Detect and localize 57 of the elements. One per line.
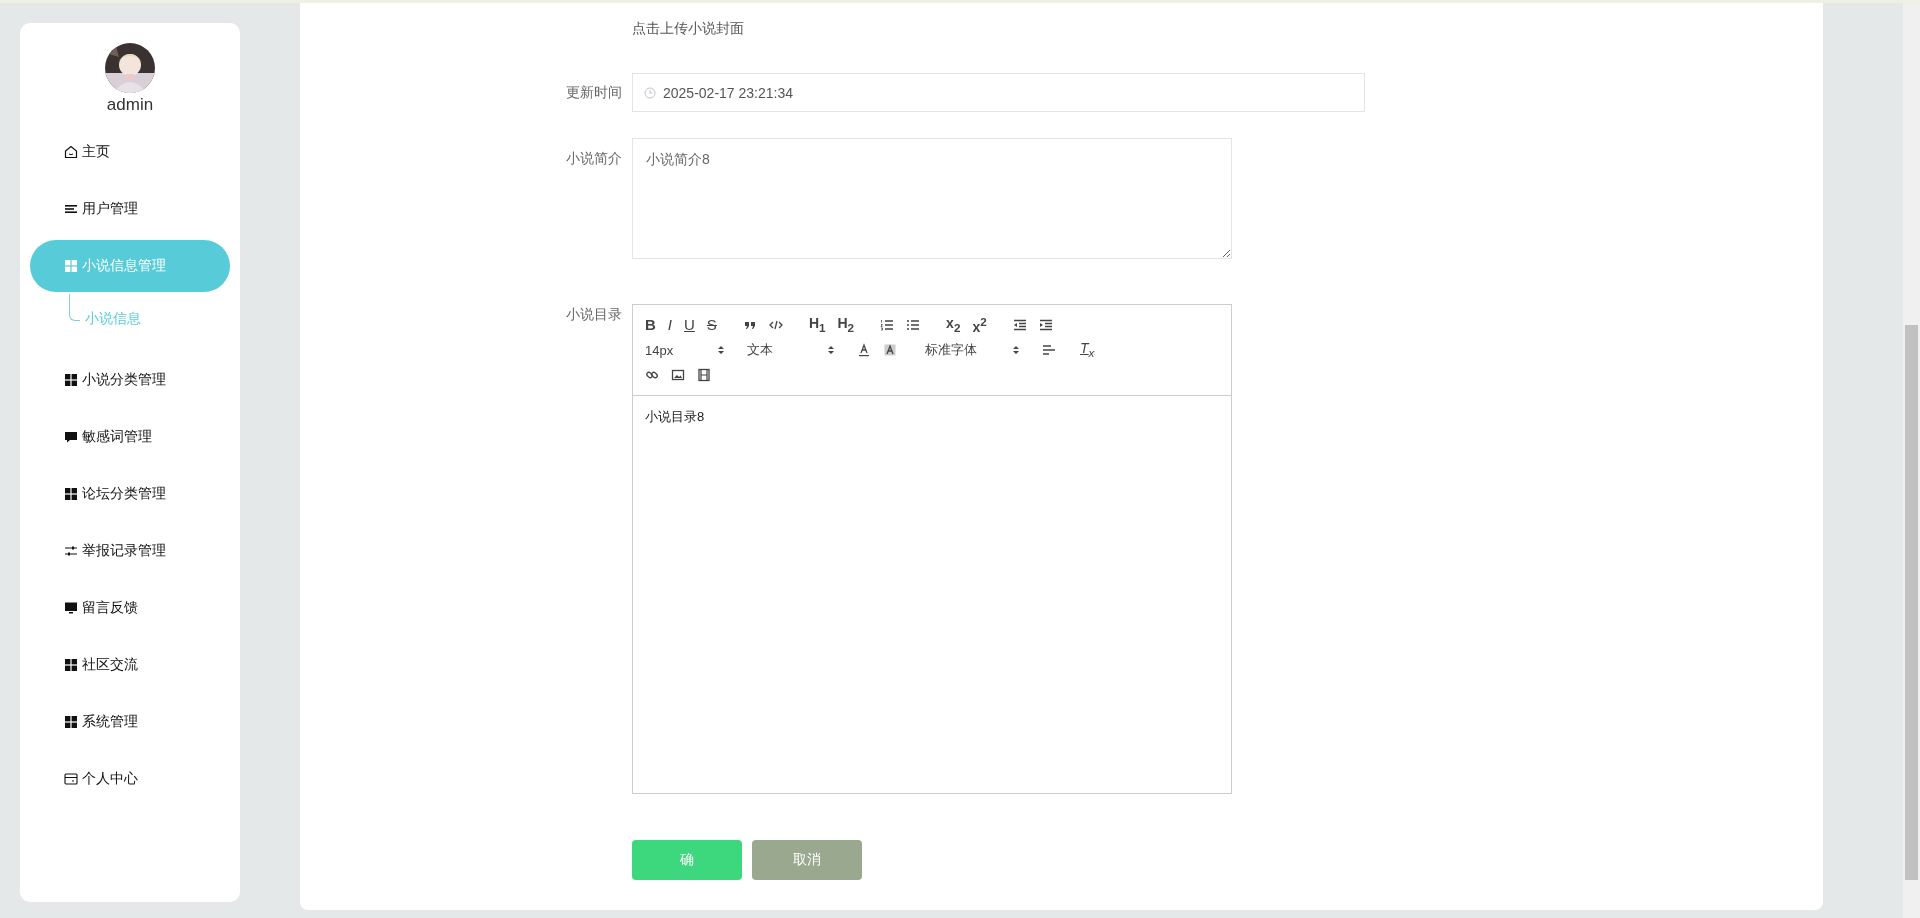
field-label: 小说目录 [565,306,622,324]
grid-icon [64,373,78,387]
bold-button[interactable]: B [645,316,656,334]
sliders-icon [64,544,78,558]
editor-content[interactable]: 小说目录8 [633,396,1231,793]
scrollbar-thumb[interactable] [1905,325,1918,880]
grid-icon [64,715,78,729]
ordered-list-icon[interactable] [880,318,895,332]
menu-item[interactable]: 社区交流 [30,639,230,691]
grid-icon [64,487,78,501]
updown-icon [1012,344,1020,356]
heading-two-button[interactable]: H$_{2}$ [837,313,855,337]
scrollbar[interactable] [1903,3,1920,918]
strike-button[interactable]: S [706,316,717,334]
textarea-field[interactable]: 小说简介8 [632,138,1232,259]
monitor-icon [64,601,78,615]
menu-item[interactable]: 个人中心 [30,753,230,805]
chat-icon [64,430,78,444]
font-picker[interactable]: 标准字体 [925,341,1020,359]
menu-item[interactable]: 主页 [30,126,230,178]
menu-item[interactable]: 留言反馈 [30,582,230,634]
align-left-icon[interactable] [1042,343,1056,357]
clock-icon [644,86,656,99]
menu-item[interactable]: 系统管理 [30,696,230,748]
image-icon[interactable] [671,368,685,382]
menu-item[interactable]: 小说分类管理 [30,354,230,406]
username: admin [106,95,154,115]
datetime-field[interactable]: 2025-02-17 23:21:34 [632,73,1365,112]
field-label: 小说简介 [565,150,622,168]
video-icon[interactable] [697,368,711,382]
superscript-button[interactable]: x$^{2}$ [972,313,987,337]
menu-item[interactable]: 举报记录管理 [30,525,230,577]
code-icon[interactable] [768,318,783,332]
text-color-icon[interactable] [857,343,871,357]
menu-item[interactable]: 论坛分类管理 [30,468,230,520]
header-picker[interactable]: 文本 [747,341,835,359]
updown-icon [717,344,725,356]
heading-one-button[interactable]: H$_{1}$ [808,313,826,337]
clear-format-button[interactable]: T$_{x}$ [1080,338,1095,362]
lines-icon [64,202,78,216]
menu-item[interactable]: 敏感词管理 [30,411,230,463]
field-label: 更新时间 [565,84,622,102]
highlight-icon[interactable] [883,343,897,357]
grid-icon [64,259,78,273]
indent-icon[interactable] [1038,318,1053,332]
outdent-icon[interactable] [1012,318,1027,332]
bullet-list-icon[interactable] [906,318,921,332]
subscript-button[interactable]: x$_{2}$ [946,313,961,337]
card-icon [64,772,78,786]
underline-button[interactable]: U [684,316,695,334]
updown-icon [827,344,835,356]
grid-icon [64,658,78,672]
menu-item[interactable]: 用户管理 [30,183,230,235]
italic-button[interactable]: I [667,316,672,334]
size-picker[interactable]: 14px [645,342,725,358]
home-icon [64,145,78,159]
upload-hint[interactable]: 点击上传小说封面 [632,20,744,38]
